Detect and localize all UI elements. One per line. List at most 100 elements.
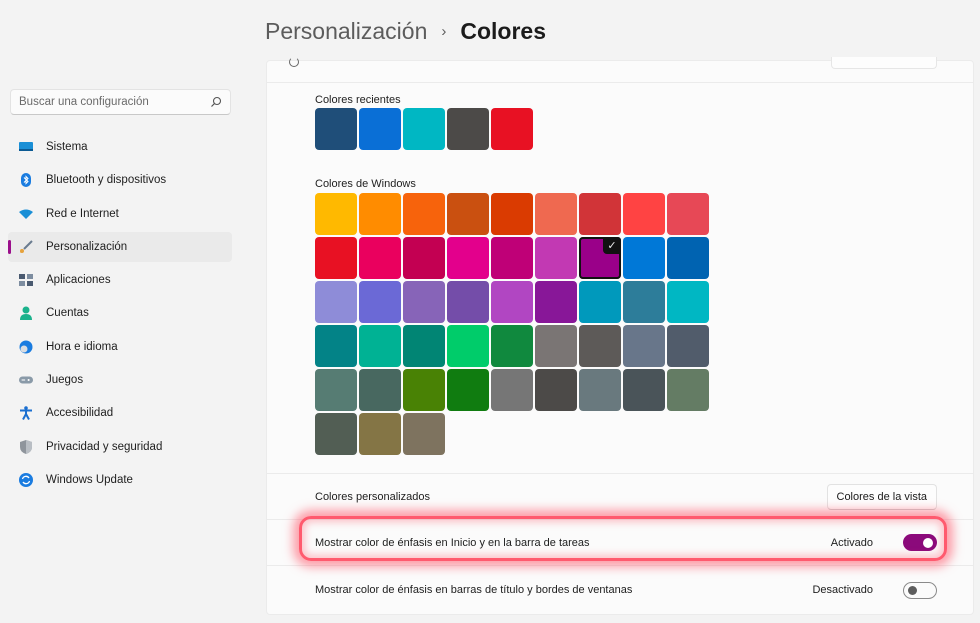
sidebar-item-label: Red e Internet <box>46 207 119 220</box>
sidebar-item-cuentas[interactable]: Cuentas <box>8 298 232 328</box>
windows-color-swatch[interactable] <box>667 281 709 323</box>
windows-color-swatch[interactable] <box>403 369 445 411</box>
recent-color-swatch[interactable] <box>447 108 489 150</box>
windows-color-swatch[interactable]: ✓ <box>579 237 621 279</box>
windows-colors-label: Colores de Windows <box>315 178 416 190</box>
search-input[interactable] <box>19 96 210 108</box>
windows-color-swatch[interactable] <box>359 325 401 367</box>
windows-color-swatch[interactable] <box>403 281 445 323</box>
sidebar-item-red-e-internet[interactable]: Red e Internet <box>8 199 232 229</box>
windows-color-swatch[interactable] <box>535 281 577 323</box>
settings-window: Sistema Bluetooth y dispositivos Red e Int… <box>0 0 980 623</box>
windows-color-swatch[interactable] <box>359 413 401 455</box>
sidebar-nav: Sistema Bluetooth y dispositivos Red e Int… <box>8 132 232 498</box>
active-indicator <box>8 239 11 254</box>
windows-color-swatch[interactable] <box>447 369 489 411</box>
windows-color-swatch[interactable] <box>623 193 665 235</box>
recent-color-swatch[interactable] <box>359 108 401 150</box>
windows-color-swatch[interactable] <box>359 193 401 235</box>
brush-icon <box>19 240 33 254</box>
windows-color-swatch[interactable] <box>315 325 357 367</box>
windows-color-swatch[interactable] <box>667 369 709 411</box>
windows-color-swatch[interactable] <box>579 193 621 235</box>
windows-color-swatch[interactable] <box>667 325 709 367</box>
search-box[interactable] <box>10 89 231 115</box>
windows-color-swatch[interactable] <box>623 237 665 279</box>
start-taskbar-accent-toggle[interactable] <box>903 534 937 551</box>
accessibility-icon <box>19 406 33 421</box>
windows-color-swatch[interactable] <box>403 325 445 367</box>
wifi-icon <box>19 207 33 221</box>
windows-color-swatch[interactable] <box>315 193 357 235</box>
windows-color-swatch[interactable] <box>403 413 445 455</box>
titlebar-accent-state: Desactivado <box>812 584 873 596</box>
windows-color-swatch[interactable] <box>623 325 665 367</box>
sidebar-item-label: Personalización <box>46 240 128 253</box>
windows-color-swatch[interactable] <box>491 369 533 411</box>
titlebar-accent-toggle[interactable] <box>903 581 937 599</box>
gamepad-icon <box>19 373 33 387</box>
sidebar-item-windows-update[interactable]: Windows Update <box>8 465 232 495</box>
view-colors-button[interactable]: Colores de la vista <box>826 483 937 510</box>
windows-color-swatch[interactable] <box>359 237 401 279</box>
sidebar-item-bluetooth-y-dispositivos[interactable]: Bluetooth y dispositivos <box>8 165 232 195</box>
sidebar-item-privacidad-y-seguridad[interactable]: Privacidad y seguridad <box>8 432 232 462</box>
windows-color-swatch[interactable] <box>579 325 621 367</box>
windows-color-swatch[interactable] <box>403 237 445 279</box>
windows-color-swatch[interactable] <box>535 369 577 411</box>
windows-color-swatch[interactable] <box>623 281 665 323</box>
windows-color-swatch[interactable] <box>315 413 357 455</box>
sidebar-item-label: Accesibilidad <box>46 407 114 420</box>
windows-color-swatch[interactable] <box>315 237 357 279</box>
shield-icon <box>19 439 33 454</box>
windows-color-swatch[interactable] <box>535 237 577 279</box>
windows-color-swatch[interactable] <box>623 369 665 411</box>
sidebar-item-aplicaciones[interactable]: Aplicaciones <box>8 265 232 295</box>
windows-color-swatch[interactable] <box>491 193 533 235</box>
breadcrumb: Personalización › Colores <box>265 18 546 45</box>
colors-card: Colores recientes Colores de Windows ✓ C… <box>266 57 974 615</box>
windows-color-swatch[interactable] <box>359 281 401 323</box>
windows-color-swatch[interactable] <box>447 237 489 279</box>
sidebar-item-juegos[interactable]: Juegos <box>8 365 232 395</box>
windows-color-swatch[interactable] <box>579 281 621 323</box>
recent-color-swatch[interactable] <box>315 108 357 150</box>
accent-mode-row-partial <box>267 57 973 83</box>
windows-color-swatch[interactable] <box>315 369 357 411</box>
recent-colors-label: Colores recientes <box>315 94 401 106</box>
windows-color-swatch[interactable] <box>447 325 489 367</box>
windows-color-swatch[interactable] <box>491 237 533 279</box>
windows-color-swatch[interactable] <box>491 281 533 323</box>
custom-colors-row: Colores personalizados Colores de la vis… <box>267 474 973 520</box>
sidebar-item-label: Bluetooth y dispositivos <box>46 174 167 187</box>
sidebar-item-label: Sistema <box>46 141 88 153</box>
windows-color-swatch[interactable] <box>447 281 489 323</box>
update-icon <box>19 472 33 487</box>
windows-color-swatch[interactable] <box>491 325 533 367</box>
windows-color-swatch[interactable] <box>667 193 709 235</box>
titlebar-accent-label: Mostrar color de énfasis en barras de tí… <box>315 584 633 596</box>
recent-color-swatch[interactable] <box>403 108 445 150</box>
windows-color-swatch[interactable] <box>359 369 401 411</box>
accent-mode-dropdown[interactable] <box>831 57 937 69</box>
sidebar-item-accesibilidad[interactable]: Accesibilidad <box>8 398 232 428</box>
toggle-knob <box>908 585 917 595</box>
breadcrumb-separator-icon: › <box>441 23 447 40</box>
color-palette: Colores recientes Colores de Windows ✓ <box>267 83 973 474</box>
recent-color-swatch[interactable] <box>491 108 533 150</box>
windows-color-swatch[interactable] <box>315 281 357 323</box>
sidebar-item-hora-e-idioma[interactable]: Hora e idioma <box>8 332 232 362</box>
windows-color-swatch[interactable] <box>447 193 489 235</box>
start-taskbar-accent-state: Activado <box>830 536 873 549</box>
sidebar-item-personalizacion[interactable]: Personalización <box>8 231 232 262</box>
sidebar-item-label: Juegos <box>46 374 84 387</box>
sidebar-item-label: Aplicaciones <box>46 274 111 287</box>
windows-color-swatch[interactable] <box>403 193 445 235</box>
windows-color-swatch[interactable] <box>535 193 577 235</box>
breadcrumb-parent[interactable]: Personalización <box>265 18 427 45</box>
globe-clock-icon <box>19 340 33 354</box>
sidebar-item-sistema[interactable]: Sistema <box>8 132 232 162</box>
windows-color-swatch[interactable] <box>667 237 709 279</box>
windows-color-swatch[interactable] <box>579 369 621 411</box>
windows-color-swatch[interactable] <box>535 325 577 367</box>
